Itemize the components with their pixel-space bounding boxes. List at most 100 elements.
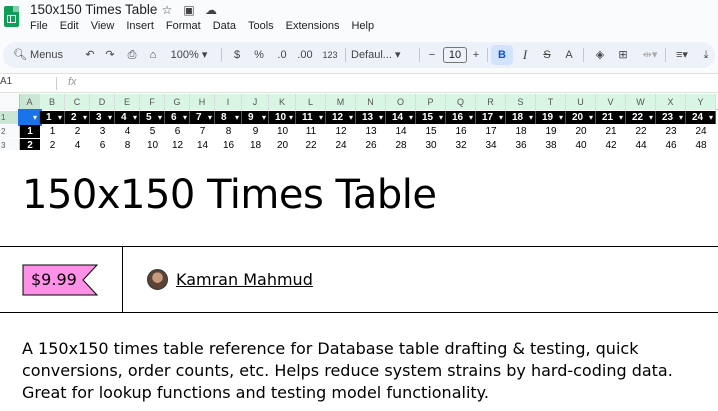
row-header[interactable]: 2 [0, 125, 20, 138]
column-header-k[interactable]: K [269, 94, 296, 110]
table-cell[interactable]: 23 [656, 125, 686, 138]
text-color-button[interactable]: A [561, 42, 577, 68]
menu-item-edit[interactable]: Edit [60, 20, 79, 32]
bold-button[interactable]: B [491, 45, 513, 65]
font-size-input[interactable]: 10 [443, 47, 467, 63]
header-cell[interactable]: 18 [506, 111, 536, 124]
name-box[interactable]: A1 [0, 76, 12, 87]
strikethrough-button[interactable]: S [539, 42, 555, 68]
table-cell[interactable]: 20 [566, 125, 596, 138]
table-cell[interactable]: 3 [90, 125, 115, 138]
header-cell[interactable]: 4 [115, 111, 140, 124]
table-cell[interactable]: 18 [506, 125, 536, 138]
table-cell[interactable]: 26 [356, 139, 386, 150]
table-cell[interactable]: 44 [626, 139, 656, 150]
table-cell[interactable]: 19 [536, 125, 566, 138]
header-cell[interactable]: 2 [65, 111, 90, 124]
menu-item-help[interactable]: Help [351, 20, 374, 32]
table-cell[interactable]: 40 [566, 139, 596, 150]
table-cell[interactable]: 36 [506, 139, 536, 150]
font-select[interactable]: Defaul... ▾ [351, 42, 413, 68]
table-cell[interactable]: 8 [115, 139, 140, 150]
menu-item-data[interactable]: Data [213, 20, 236, 32]
header-cell[interactable]: 24 [686, 111, 716, 124]
table-cell[interactable]: 6 [90, 139, 115, 150]
column-header-m[interactable]: M [326, 94, 356, 110]
zoom-select[interactable]: 100% ▾ [169, 42, 209, 68]
table-cell[interactable]: 1 [40, 125, 65, 138]
menu-item-tools[interactable]: Tools [248, 20, 274, 32]
header-cell[interactable]: 23 [656, 111, 686, 124]
header-cell[interactable]: 16 [446, 111, 476, 124]
table-cell[interactable]: 10 [269, 125, 296, 138]
column-header-l[interactable]: L [296, 94, 326, 110]
menu-item-file[interactable]: File [30, 20, 48, 32]
header-cell[interactable]: 21 [596, 111, 626, 124]
table-cell[interactable]: 16 [215, 139, 242, 150]
table-cell[interactable]: 14 [386, 125, 416, 138]
menu-item-format[interactable]: Format [166, 20, 201, 32]
italic-button[interactable]: I [517, 42, 533, 68]
header-cell[interactable]: 5 [140, 111, 165, 124]
column-header-o[interactable]: O [386, 94, 416, 110]
font-size-decrease-button[interactable]: − [425, 42, 439, 68]
redo-icon[interactable]: ↷ [101, 42, 119, 68]
table-cell[interactable]: 32 [446, 139, 476, 150]
sheets-logo-icon[interactable] [4, 6, 19, 27]
decrease-decimal-button[interactable]: .0 [273, 42, 291, 68]
table-cell[interactable]: 18 [242, 139, 269, 150]
table-cell[interactable]: 9 [242, 125, 269, 138]
undo-icon[interactable]: ↶ [81, 42, 99, 68]
header-cell[interactable]: 20 [566, 111, 596, 124]
column-header-w[interactable]: W [626, 94, 656, 110]
menu-item-extensions[interactable]: Extensions [286, 20, 340, 32]
column-header-b[interactable]: B [40, 94, 65, 110]
table-cell[interactable]: 12 [326, 125, 356, 138]
column-header-f[interactable]: F [140, 94, 165, 110]
table-cell[interactable]: 21 [596, 125, 626, 138]
align-left-icon[interactable]: ≡▾ [671, 42, 693, 68]
header-cell[interactable]: 6 [165, 111, 190, 124]
table-cell[interactable]: 16 [446, 125, 476, 138]
paint-format-icon[interactable]: ⌂ [144, 42, 162, 68]
column-header-a[interactable]: A [20, 94, 40, 110]
table-cell[interactable]: 34 [476, 139, 506, 150]
header-cell[interactable]: 9 [242, 111, 269, 124]
header-cell[interactable]: 19 [536, 111, 566, 124]
table-cell[interactable]: 8 [215, 125, 242, 138]
star-icon[interactable]: ☆ [159, 3, 175, 17]
column-header-q[interactable]: Q [446, 94, 476, 110]
column-header-s[interactable]: S [506, 94, 536, 110]
table-cell[interactable]: 4 [65, 139, 90, 150]
number-format-button[interactable]: 123 [319, 42, 341, 68]
row-header[interactable]: 3 [0, 139, 20, 150]
table-cell[interactable]: 20 [269, 139, 296, 150]
table-cell[interactable]: 4 [115, 125, 140, 138]
table-cell[interactable]: 24 [686, 125, 716, 138]
column-header-g[interactable]: G [165, 94, 190, 110]
author-link[interactable]: Kamran Mahmud [176, 270, 313, 289]
table-cell[interactable]: 13 [356, 125, 386, 138]
table-cell[interactable]: 12 [165, 139, 190, 150]
column-header-h[interactable]: H [190, 94, 215, 110]
table-cell[interactable]: 22 [296, 139, 326, 150]
table-cell[interactable]: 14 [190, 139, 215, 150]
column-header-j[interactable]: J [242, 94, 269, 110]
header-cell[interactable]: 1 [40, 111, 65, 124]
column-header-c[interactable]: C [65, 94, 90, 110]
table-cell[interactable]: 6 [165, 125, 190, 138]
table-cell[interactable]: 2 [65, 125, 90, 138]
table-cell[interactable]: 11 [296, 125, 326, 138]
table-cell[interactable]: 10 [140, 139, 165, 150]
search-menus[interactable]: 🔍︎ Menus [7, 42, 79, 68]
column-header-i[interactable]: I [215, 94, 242, 110]
header-cell[interactable]: 8 [215, 111, 242, 124]
header-cell[interactable]: 12 [326, 111, 356, 124]
column-header-e[interactable]: E [115, 94, 140, 110]
column-header-n[interactable]: N [356, 94, 386, 110]
column-header-u[interactable]: U [566, 94, 596, 110]
header-cell[interactable]: 10 [269, 111, 296, 124]
table-cell[interactable]: 48 [686, 139, 716, 150]
table-cell[interactable]: 30 [416, 139, 446, 150]
header-cell[interactable]: 15 [416, 111, 446, 124]
